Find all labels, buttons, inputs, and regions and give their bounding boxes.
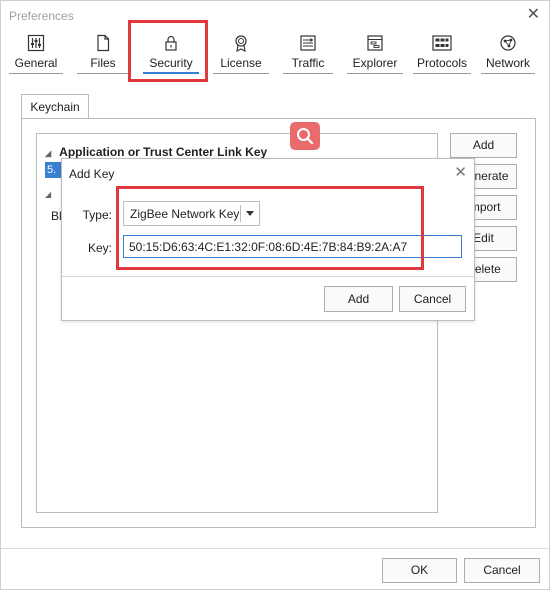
dialog-title: Add Key [69, 167, 115, 181]
toolbar-label: Traffic [291, 56, 325, 70]
magnifier-icon [297, 128, 314, 145]
search-icon[interactable] [290, 122, 320, 150]
chevron-down-icon[interactable] [246, 211, 254, 216]
preferences-window: Preferences ✕ General Files Security Lic… [0, 0, 550, 590]
explorer-icon [367, 35, 383, 51]
file-icon [97, 34, 110, 52]
cancel-button[interactable]: Cancel [464, 558, 540, 583]
dialog-add-button[interactable]: Add [324, 286, 393, 312]
sliders-icon [27, 34, 45, 52]
toolbar-explorer[interactable]: Explorer [343, 31, 407, 74]
toolbar-label: Explorer [352, 56, 398, 70]
toolbar-label: License [220, 56, 262, 70]
ok-button[interactable]: OK [382, 558, 457, 583]
network-icon [500, 35, 516, 51]
close-icon[interactable]: ✕ [527, 7, 540, 23]
award-icon [235, 35, 247, 52]
add-key-dialog: Add Key ✕ Type: ZigBee Network Key Key: … [61, 158, 475, 321]
tab-keychain[interactable]: Keychain [21, 94, 89, 119]
key-label: Key: [87, 241, 112, 255]
toolbar-license[interactable]: License [209, 31, 273, 74]
close-icon[interactable]: ✕ [454, 163, 467, 181]
preferences-toolbar: General Files Security License Traffic E… [5, 31, 545, 75]
toolbar-protocols[interactable]: Protocols [409, 31, 475, 74]
toolbar-network[interactable]: Network [477, 31, 539, 74]
traffic-icon [300, 35, 316, 51]
expand-triangle-icon[interactable]: ◢ [45, 149, 51, 158]
type-label: Type: [82, 208, 112, 222]
tree-group-collapsed[interactable]: ◢ [45, 186, 59, 200]
toolbar-label: Security [149, 56, 193, 70]
toolbar-files[interactable]: Files [73, 31, 133, 74]
toolbar-general[interactable]: General [5, 31, 67, 74]
expand-triangle-icon[interactable]: ◢ [45, 190, 51, 199]
tree-group-label: Application or Trust Center Link Key [59, 145, 268, 159]
tree-group-application-key[interactable]: ◢ Application or Trust Center Link Key [45, 145, 267, 159]
add-button[interactable]: Add [450, 133, 517, 158]
toolbar-security[interactable]: Security [139, 31, 203, 74]
tree-item-selected[interactable]: 5. [45, 162, 61, 178]
toolbar-label: General [14, 56, 58, 70]
toolbar-traffic[interactable]: Traffic [279, 31, 337, 74]
key-input[interactable] [123, 235, 462, 258]
window-title: Preferences [9, 9, 74, 23]
protocols-icon [432, 35, 452, 51]
toolbar-label: Files [90, 56, 116, 70]
key-type-select[interactable]: ZigBee Network Key [123, 201, 260, 226]
dialog-cancel-button[interactable]: Cancel [399, 286, 466, 312]
toolbar-label: Protocols [416, 56, 468, 70]
lock-icon [165, 35, 177, 51]
toolbar-label: Network [485, 56, 530, 70]
key-type-value: ZigBee Network Key [130, 207, 240, 221]
